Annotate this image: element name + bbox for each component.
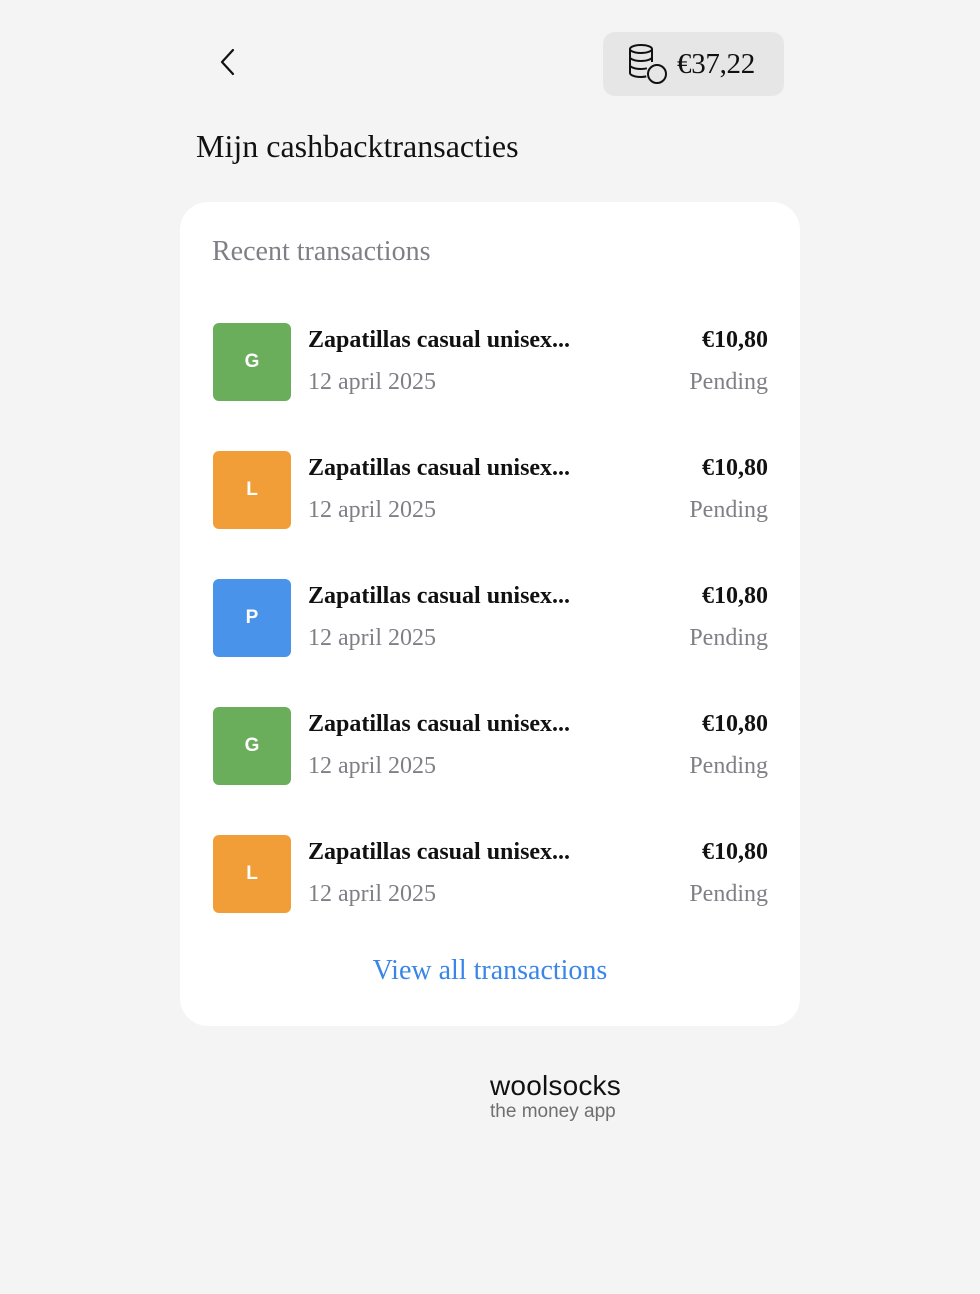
transaction-row[interactable]: G Zapatillas casual unisex... 12 april 2… (213, 323, 768, 401)
merchant-avatar: L (213, 835, 291, 913)
merchant-avatar: L (213, 451, 291, 529)
transaction-status: Pending (689, 625, 768, 651)
page-title: Mijn cashbacktransacties (196, 128, 519, 164)
transaction-amount: €10,80 (702, 455, 768, 481)
balance-pill[interactable]: €37,22 (603, 32, 784, 96)
brand-tagline: the money app (490, 1101, 616, 1122)
transaction-date: 12 april 2025 (308, 881, 436, 907)
transaction-status: Pending (689, 497, 768, 523)
brand-logo: woolsocks the money app (490, 1070, 621, 1122)
view-all-transactions-link[interactable]: View all transactions (180, 955, 800, 987)
transaction-name: Zapatillas casual unisex... (308, 327, 571, 353)
transaction-row[interactable]: L Zapatillas casual unisex... 12 april 2… (213, 835, 768, 913)
transactions-card: Recent transactions G Zapatillas casual … (180, 202, 800, 1026)
merchant-avatar: P (213, 579, 291, 657)
chevron-left-icon (218, 47, 238, 82)
back-button[interactable] (206, 40, 250, 88)
transaction-date: 12 april 2025 (308, 625, 436, 651)
section-label: Recent transactions (212, 236, 431, 267)
brand-name: woolsocks (490, 1070, 621, 1101)
transaction-date: 12 april 2025 (308, 753, 436, 779)
transaction-status: Pending (689, 753, 768, 779)
transaction-name: Zapatillas casual unisex... (308, 711, 571, 737)
transaction-status: Pending (689, 369, 768, 395)
transaction-amount: €10,80 (702, 327, 768, 353)
transaction-name: Zapatillas casual unisex... (308, 839, 571, 865)
transaction-name: Zapatillas casual unisex... (308, 583, 571, 609)
transaction-row[interactable]: L Zapatillas casual unisex... 12 april 2… (213, 451, 768, 529)
coins-icon (627, 43, 669, 85)
transaction-row[interactable]: P Zapatillas casual unisex... 12 april 2… (213, 579, 768, 657)
transaction-amount: €10,80 (702, 839, 768, 865)
transaction-row[interactable]: G Zapatillas casual unisex... 12 april 2… (213, 707, 768, 785)
transaction-name: Zapatillas casual unisex... (308, 455, 571, 481)
transaction-amount: €10,80 (702, 711, 768, 737)
merchant-avatar: G (213, 323, 291, 401)
transaction-amount: €10,80 (702, 583, 768, 609)
transaction-date: 12 april 2025 (308, 369, 436, 395)
balance-amount: €37,22 (677, 47, 755, 80)
transaction-status: Pending (689, 881, 768, 907)
merchant-avatar: G (213, 707, 291, 785)
transaction-date: 12 april 2025 (308, 497, 436, 523)
